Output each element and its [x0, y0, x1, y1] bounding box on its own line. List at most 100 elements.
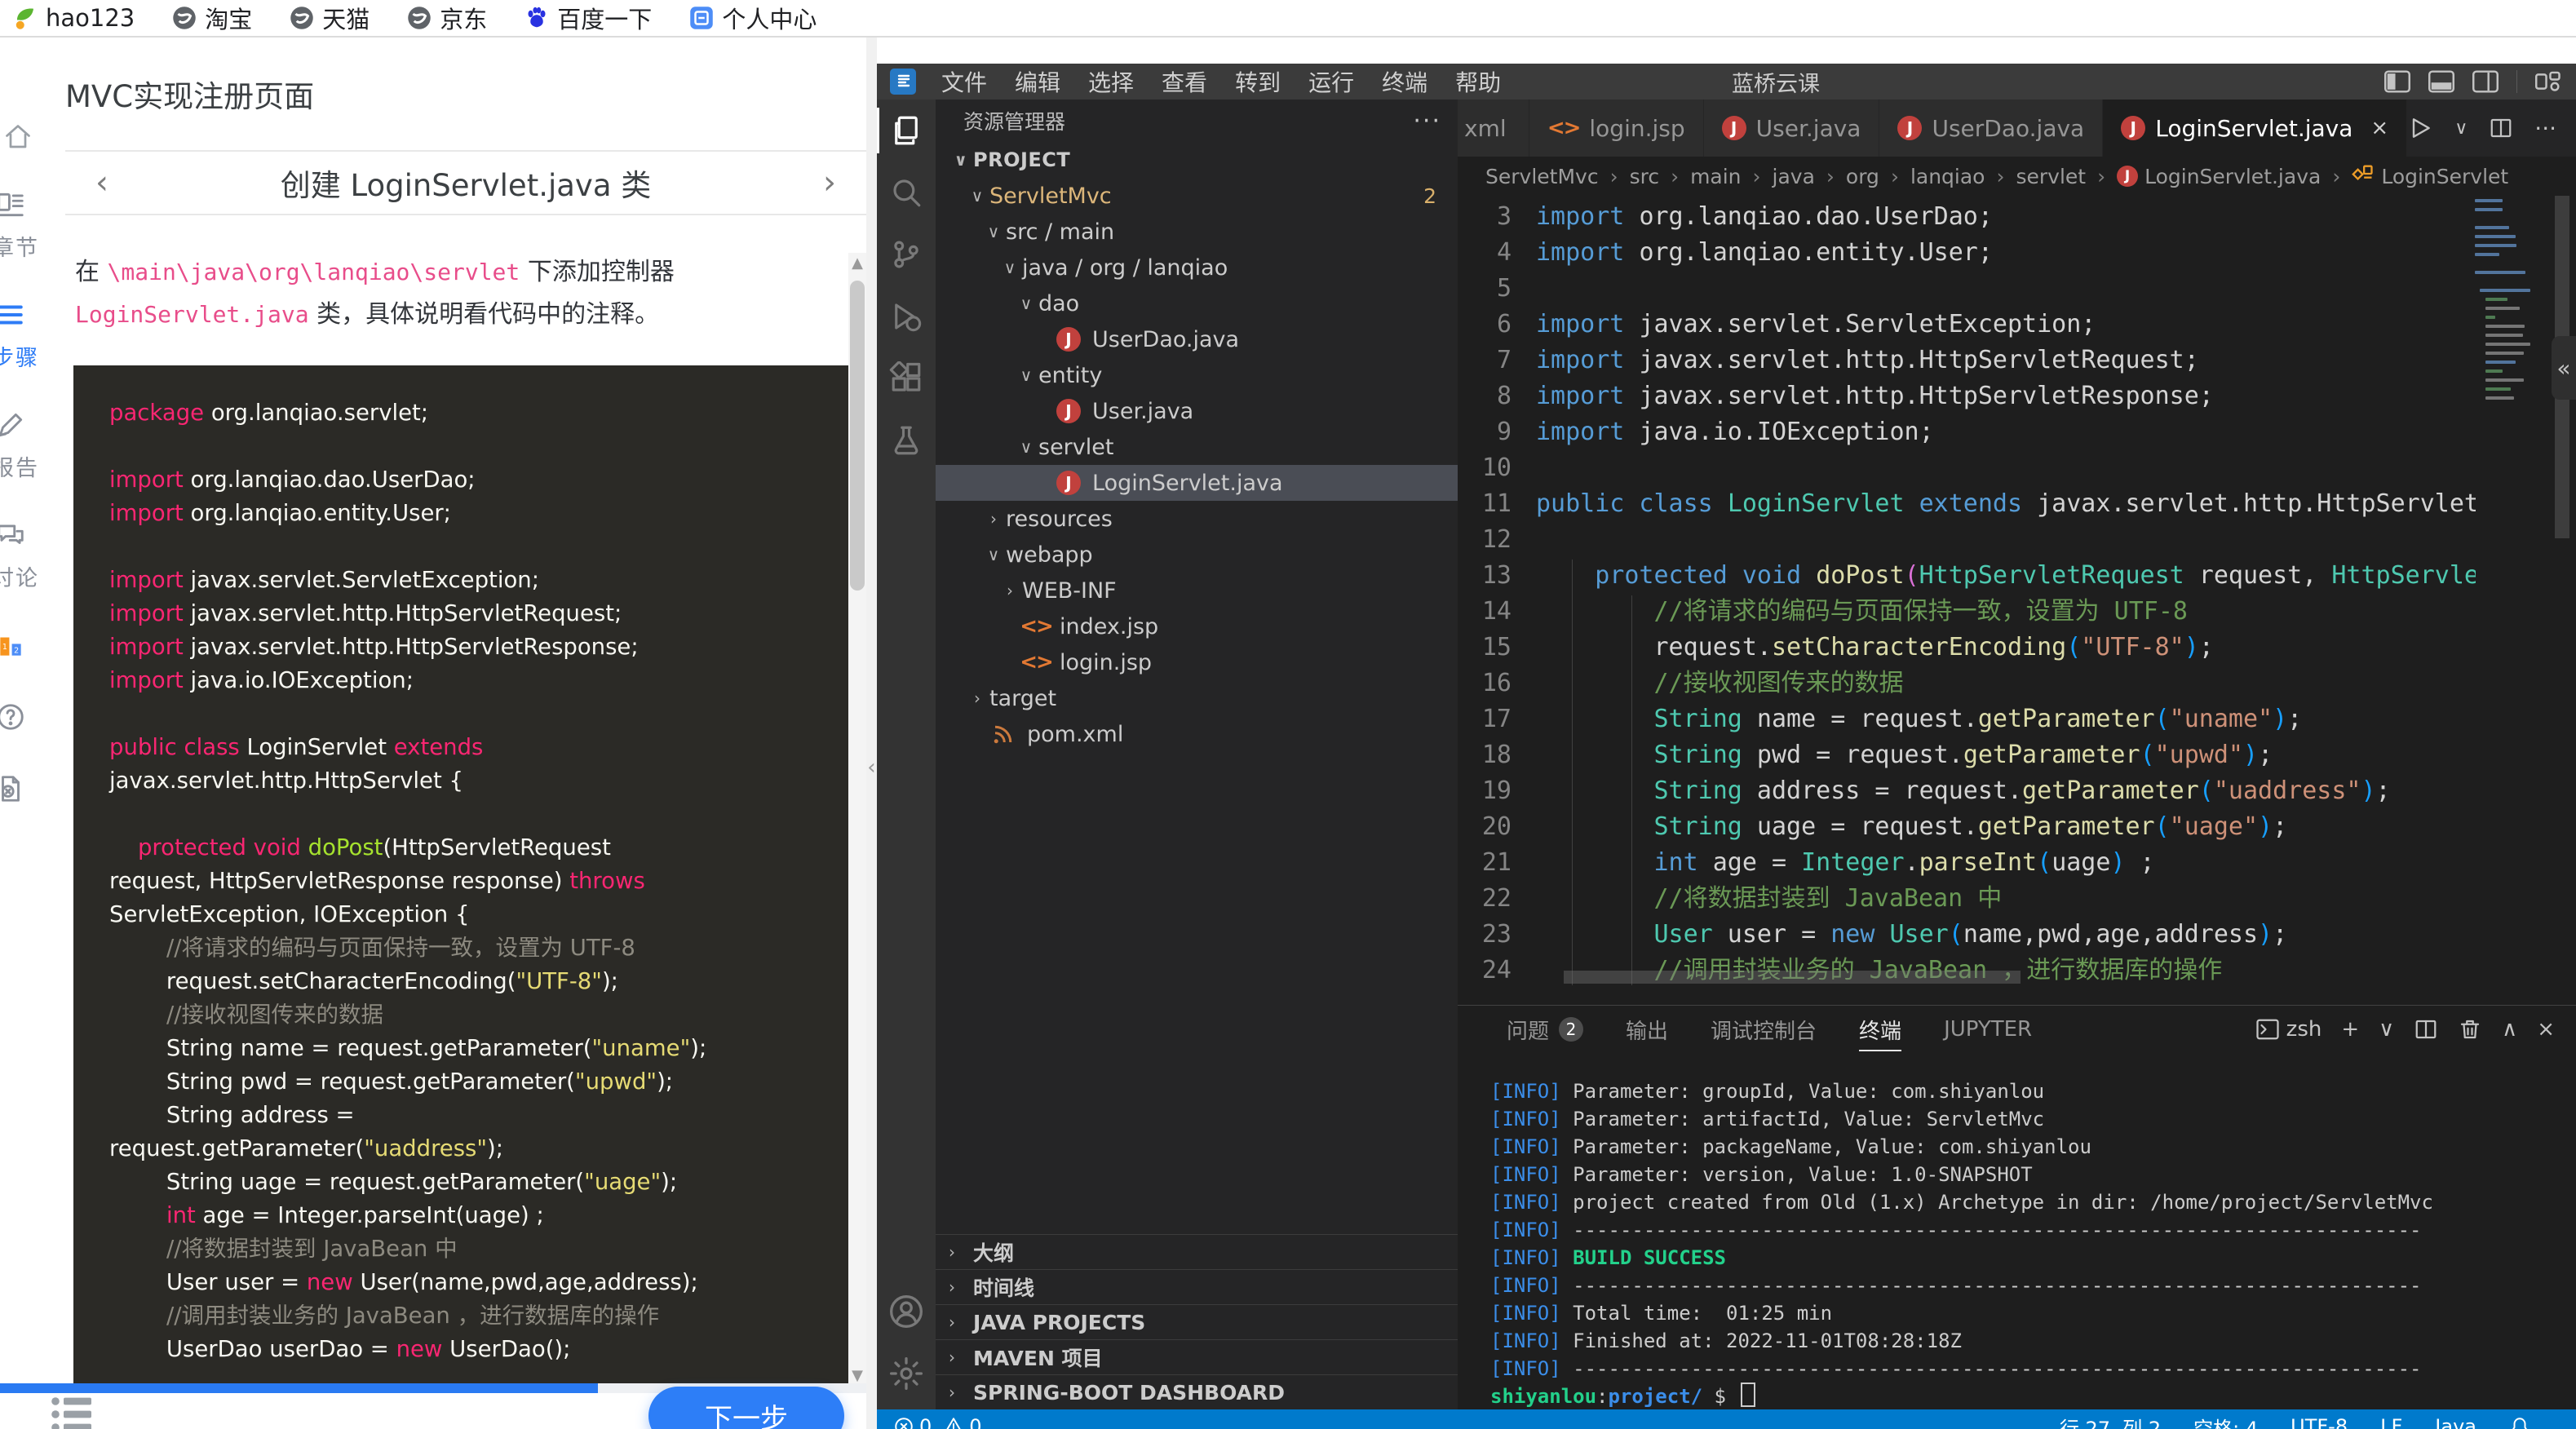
activity-scm-icon[interactable] — [877, 223, 936, 285]
editor-line[interactable]: 9import java.io.IOException; — [1458, 414, 2476, 450]
tree-item-entity[interactable]: ∨entity — [936, 357, 1458, 393]
more-actions-icon[interactable]: ··· — [2534, 115, 2556, 142]
scroll-up-icon[interactable]: ▲ — [848, 253, 866, 274]
editor-line[interactable]: 17 String name = request.getParameter("u… — [1458, 701, 2476, 737]
activity-account-icon[interactable] — [877, 1281, 936, 1343]
editor-line[interactable]: 21 int age = Integer.parseInt(uage) ; — [1458, 845, 2476, 881]
activity-search-icon[interactable] — [877, 161, 936, 223]
editor-line[interactable]: 23 User user = new User(name,pwd,age,add… — [1458, 917, 2476, 953]
editor-line[interactable]: 3import org.lanqiao.dao.UserDao; — [1458, 199, 2476, 235]
rail-item-rank[interactable]: 12 — [0, 630, 65, 664]
tab-loginservlet.java[interactable]: JLoginServlet.java× — [2103, 100, 2407, 157]
tree-item-pom.xml[interactable]: pom.xml — [936, 716, 1458, 752]
editor-line[interactable]: 7import javax.servlet.http.HttpServletRe… — [1458, 343, 2476, 378]
editor-line[interactable]: 14 //将请求的编码与页面保持一致，设置为 UTF-8 — [1458, 594, 2476, 630]
tutorial-scrollbar[interactable]: ▲ ▼ — [848, 253, 866, 1387]
menu-终端[interactable]: 终端 — [1368, 65, 1441, 98]
activity-extensions-icon[interactable] — [877, 347, 936, 409]
activity-debug-icon[interactable] — [877, 285, 936, 347]
activity-gear-icon[interactable] — [877, 1343, 936, 1405]
error-count[interactable]: 0 — [893, 1415, 932, 1429]
rail-item-steps[interactable]: 步骤 — [0, 299, 65, 372]
maximize-panel-icon[interactable]: ∧ — [2502, 1017, 2517, 1042]
toggle-sidebar-icon[interactable] — [2384, 70, 2410, 93]
bookmark-item[interactable]: hao123 — [13, 4, 135, 32]
bookmark-item[interactable]: 京东 — [407, 1, 487, 35]
editor-line[interactable]: 4import org.lanqiao.entity.User; — [1458, 235, 2476, 271]
breadcrumb-item[interactable]: org — [1846, 165, 1879, 188]
editor-line[interactable]: 22 //将数据封装到 JavaBean 中 — [1458, 881, 2476, 917]
bookmark-item[interactable]: 个人中心 — [689, 1, 817, 35]
split-editor-icon[interactable] — [2489, 116, 2513, 140]
shell-selector[interactable]: zsh — [2255, 1017, 2322, 1042]
tab-user.java[interactable]: JUser.java — [1704, 100, 1880, 157]
tab-close-icon[interactable]: × — [2370, 116, 2388, 140]
activity-files-icon[interactable] — [877, 100, 936, 161]
tree-item-target[interactable]: ›target — [936, 680, 1458, 716]
sidebar-section-java-projects[interactable]: ›JAVA PROJECTS — [936, 1304, 1458, 1339]
split-terminal-icon[interactable] — [2414, 1017, 2438, 1042]
editor-line[interactable]: 10 — [1458, 450, 2476, 486]
run-button[interactable] — [2407, 115, 2433, 141]
breadcrumb-item[interactable]: LoginServlet — [2352, 162, 2508, 190]
sidebar-section--[interactable]: ›大纲 — [936, 1234, 1458, 1269]
menu-运行[interactable]: 运行 — [1295, 65, 1368, 98]
kill-terminal-icon[interactable] — [2458, 1017, 2482, 1042]
status-item[interactable]: UTF-8 — [2291, 1415, 2348, 1429]
panel-tab-调试控制台[interactable]: 调试控制台 — [1689, 1006, 1838, 1053]
terminal-prompt[interactable]: shiyanlou:project/ $ — [1490, 1383, 2560, 1409]
tree-item-servlet[interactable]: ∨servlet — [936, 429, 1458, 465]
scrollbar-thumb[interactable] — [850, 281, 865, 591]
editor-line[interactable]: 19 String address = request.getParameter… — [1458, 773, 2476, 809]
editor-line[interactable]: 5 — [1458, 271, 2476, 307]
tree-item-src-main[interactable]: ∨src / main — [936, 214, 1458, 250]
bookmark-item[interactable]: 百度一下 — [524, 1, 652, 35]
menu-帮助[interactable]: 帮助 — [1441, 65, 1515, 98]
activity-beaker-icon[interactable] — [877, 409, 936, 471]
warn-count[interactable]: 0 — [943, 1415, 981, 1429]
menu-编辑[interactable]: 编辑 — [1001, 65, 1074, 98]
menu-查看[interactable]: 查看 — [1148, 65, 1221, 98]
breadcrumb-item[interactable]: JLoginServlet.java — [2117, 165, 2321, 188]
status-item[interactable]: Java — [2435, 1415, 2476, 1429]
minimap[interactable] — [2475, 199, 2537, 468]
tree-item-user.java[interactable]: JUser.java — [936, 393, 1458, 429]
tree-item-java-org-lanqiao[interactable]: ∨java / org / lanqiao — [936, 250, 1458, 285]
sidebar-section-maven-[interactable]: ›MAVEN 项目 — [936, 1339, 1458, 1374]
tree-item-userdao.java[interactable]: JUserDao.java — [936, 321, 1458, 357]
breadcrumb-item[interactable]: main — [1690, 165, 1741, 188]
next-step-button[interactable]: › — [793, 164, 866, 201]
bookmark-item[interactable]: 淘宝 — [172, 1, 252, 35]
home-icon[interactable] — [3, 122, 33, 155]
tree-item-resources[interactable]: ›resources — [936, 501, 1458, 537]
tree-item-servletmvc[interactable]: ∨ServletMvc2 — [936, 178, 1458, 214]
tree-item-loginservlet.java[interactable]: JLoginServlet.java — [936, 465, 1458, 501]
panel-tab-终端[interactable]: 终端 — [1838, 1006, 1923, 1053]
editor-line[interactable]: 16 //接收视图传来的数据 — [1458, 666, 2476, 701]
tab-xml[interactable]: xml — [1458, 100, 1529, 157]
breadcrumb-item[interactable]: servlet — [2016, 165, 2086, 188]
notifications-bell-icon[interactable] — [2509, 1416, 2530, 1429]
menu-选择[interactable]: 选择 — [1074, 65, 1148, 98]
menu-文件[interactable]: 文件 — [927, 65, 1001, 98]
new-terminal-icon[interactable]: + — [2341, 1017, 2359, 1042]
next-step-cta-button[interactable]: 下一步 — [648, 1387, 844, 1429]
code-editor[interactable]: 3import org.lanqiao.dao.UserDao;4import … — [1458, 196, 2576, 985]
rail-item-discuss[interactable]: 讨论 — [0, 520, 65, 592]
tree-item-project[interactable]: ∨PROJECT — [936, 142, 1458, 178]
status-item[interactable]: LF — [2380, 1415, 2402, 1429]
editor-line[interactable]: 20 String uage = request.getParameter("u… — [1458, 809, 2476, 845]
sidebar-section-spring-boot-dashboard[interactable]: ›SPRING-BOOT DASHBOARD — [936, 1374, 1458, 1409]
editor-line[interactable]: 8import javax.servlet.http.HttpServletRe… — [1458, 378, 2476, 414]
editor-line[interactable]: 12 — [1458, 522, 2476, 558]
editor-line[interactable]: 13 protected void doPost(HttpServletRequ… — [1458, 558, 2476, 594]
tree-item-dao[interactable]: ∨dao — [936, 285, 1458, 321]
panel-divider[interactable]: ‹ — [866, 38, 877, 1429]
menu-转到[interactable]: 转到 — [1221, 65, 1295, 98]
breadcrumb-item[interactable]: ServletMvc — [1485, 165, 1599, 188]
editor-line[interactable]: 11public class LoginServlet extends java… — [1458, 486, 2476, 522]
status-item[interactable]: 行 27, 列 2 — [2060, 1413, 2161, 1429]
breadcrumb-item[interactable]: java — [1773, 165, 1815, 188]
tab-login.jsp[interactable]: <>login.jsp — [1529, 100, 1704, 157]
collapse-right-icon[interactable]: « — [2552, 336, 2576, 400]
